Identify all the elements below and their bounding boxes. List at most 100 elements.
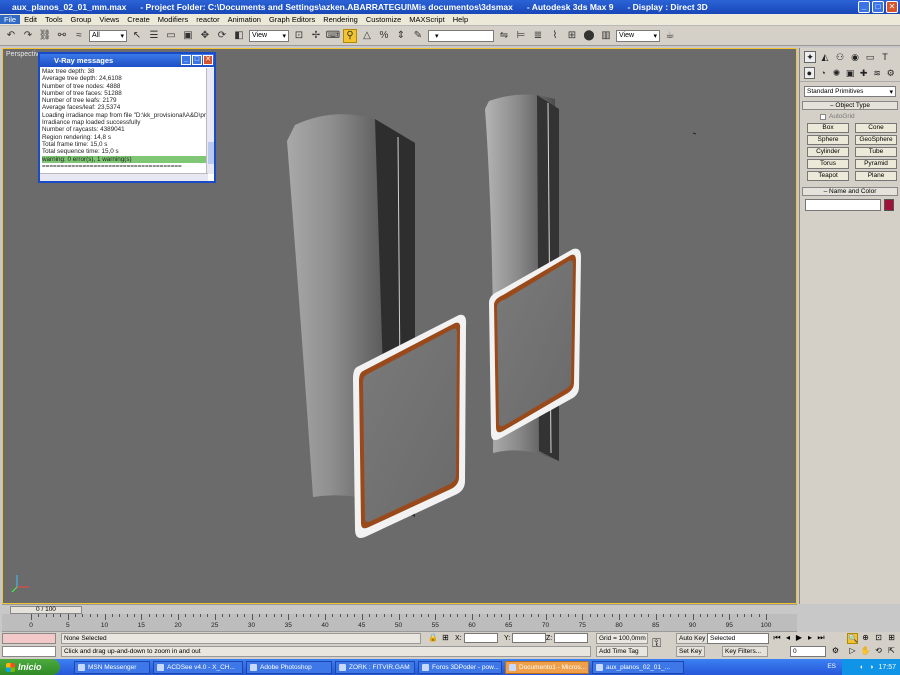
reference-coord-dropdown[interactable]: View	[249, 29, 289, 42]
menu-create[interactable]: Create	[123, 15, 154, 24]
tray-icon[interactable]: ◐	[860, 664, 864, 671]
display-tab-icon[interactable]: ▭	[864, 51, 876, 63]
select-by-name-icon[interactable]: ☰	[147, 29, 161, 43]
helpers-icon[interactable]: ✚	[858, 67, 869, 79]
zoom-extents-all-icon[interactable]: ⊞	[886, 633, 897, 644]
vray-close-button[interactable]: ✕	[203, 55, 213, 65]
unlink-icon[interactable]: ⚯	[55, 29, 69, 43]
layer-manager-icon[interactable]: ≣	[531, 29, 545, 43]
menu-rendering[interactable]: Rendering	[319, 15, 362, 24]
name-color-header[interactable]: Name and Color	[802, 187, 898, 196]
cameras-icon[interactable]: ▣	[845, 67, 856, 79]
object-type-header[interactable]: Object Type	[802, 101, 898, 110]
menu-maxscript[interactable]: MAXScript	[405, 15, 448, 24]
spacewarps-icon[interactable]: ≋	[872, 67, 883, 79]
hierarchy-tab-icon[interactable]: ⚇	[834, 51, 846, 63]
pan-icon[interactable]: ✋	[860, 646, 871, 657]
angle-snap-icon[interactable]: △	[360, 29, 374, 43]
select-move-icon[interactable]: ✥	[198, 29, 212, 43]
taskbar-item-foros[interactable]: Foros 3DPoder - pow...	[418, 660, 502, 674]
set-key-button[interactable]: Set Key	[676, 646, 705, 657]
taskbar-item-photoshop[interactable]: Adobe Photoshop	[246, 660, 332, 674]
minimize-button[interactable]: _	[858, 1, 870, 13]
menu-help[interactable]: Help	[449, 15, 472, 24]
language-indicator[interactable]: ES	[827, 663, 836, 670]
schematic-view-icon[interactable]: ⊞	[565, 29, 579, 43]
maximize-viewport-icon[interactable]: ⇱	[886, 646, 897, 657]
torus-button[interactable]: Torus	[807, 159, 849, 169]
go-to-start-icon[interactable]: ⏮	[772, 633, 782, 643]
taskbar-item-3dsmax[interactable]: aux_planos_02_01_...	[592, 660, 684, 674]
select-scale-icon[interactable]: ◧	[232, 29, 246, 43]
snap-toggle-icon[interactable]: ⚲	[343, 28, 357, 43]
menu-file[interactable]: File	[0, 15, 21, 24]
select-rotate-icon[interactable]: ⟳	[215, 29, 229, 43]
percent-snap-icon[interactable]: %	[377, 29, 391, 43]
bind-spacewarp-icon[interactable]: ≈	[72, 29, 86, 43]
absolute-offset-icon[interactable]: ⊞	[442, 633, 449, 642]
add-time-tag[interactable]: Add Time Tag	[596, 646, 648, 657]
key-filters-button[interactable]: Key Filters...	[722, 646, 768, 657]
selection-filter-dropdown[interactable]: All	[89, 29, 127, 42]
zoom-extents-icon[interactable]: ⊡	[873, 633, 884, 644]
time-slider[interactable]: 0 / 100	[2, 604, 797, 614]
named-selection-sets-dropdown[interactable]	[428, 29, 494, 42]
zoom-icon[interactable]: 🔍	[847, 633, 858, 644]
vray-title-bar[interactable]: V-Ray messages _ □ ✕	[40, 54, 214, 67]
align-icon[interactable]: ⊨	[514, 29, 528, 43]
quick-render-icon[interactable]: ☕	[663, 29, 677, 43]
previous-frame-icon[interactable]: ◂	[783, 633, 793, 643]
rect-selection-icon[interactable]: ▭	[164, 29, 178, 43]
primitive-category-dropdown[interactable]: Standard Primitives	[804, 86, 896, 97]
menu-reactor[interactable]: reactor	[192, 15, 223, 24]
y-coordinate-input[interactable]	[512, 633, 547, 643]
zoom-all-icon[interactable]: ⊕	[860, 633, 871, 644]
z-coordinate-input[interactable]	[554, 633, 589, 643]
menu-animation[interactable]: Animation	[224, 15, 265, 24]
lights-icon[interactable]: ✺	[831, 67, 842, 79]
maxscript-listener-mini[interactable]	[2, 633, 56, 644]
current-frame-input[interactable]: 0	[790, 646, 826, 657]
orbit-icon[interactable]: ⟲	[873, 646, 884, 657]
menu-graph-editors[interactable]: Graph Editors	[265, 15, 319, 24]
edit-named-selection-icon[interactable]: ✎	[411, 29, 425, 43]
undo-icon[interactable]: ↶	[4, 29, 18, 43]
field-of-view-icon[interactable]: ▷	[847, 646, 858, 657]
render-scene-icon[interactable]: ▥	[599, 29, 613, 43]
maximize-button[interactable]: □	[872, 1, 884, 13]
autogrid-checkbox[interactable]: AutoGrid	[802, 113, 898, 120]
vray-vertical-scrollbar[interactable]	[206, 68, 214, 174]
time-config-icon[interactable]: ⚙	[830, 646, 841, 657]
taskbar-item-zork[interactable]: ZORK : FITVIR.GAM	[335, 660, 415, 674]
taskbar-item-word[interactable]: Documento1 - Micros...	[505, 660, 589, 674]
window-crossing-icon[interactable]: ▣	[181, 29, 195, 43]
vray-minimize-button[interactable]: _	[181, 55, 191, 65]
material-editor-icon[interactable]: ⬤	[582, 29, 596, 43]
set-key-icon[interactable]: ⚿	[652, 636, 661, 651]
redo-icon[interactable]: ↷	[21, 29, 35, 43]
menu-views[interactable]: Views	[95, 15, 123, 24]
cone-button[interactable]: Cone	[855, 123, 897, 133]
motion-tab-icon[interactable]: ◉	[849, 51, 861, 63]
vray-messages-window[interactable]: V-Ray messages _ □ ✕ Max tree depth: 38 …	[38, 52, 216, 183]
object-name-input[interactable]	[805, 199, 881, 211]
next-frame-icon[interactable]: ▸	[805, 633, 815, 643]
menu-group[interactable]: Group	[67, 15, 96, 24]
tray-icon[interactable]: ◑	[869, 664, 873, 671]
taskbar-item-acdsee[interactable]: ACDSee v4.0 - X_CH...	[153, 660, 243, 674]
geometry-icon[interactable]: ●	[804, 67, 815, 79]
render-type-dropdown[interactable]: View	[616, 29, 660, 42]
vray-maximize-button[interactable]: □	[192, 55, 202, 65]
curve-editor-icon[interactable]: ⌇	[548, 29, 562, 43]
systems-icon[interactable]: ⚙	[885, 67, 896, 79]
play-icon[interactable]: ▶	[794, 633, 804, 643]
go-to-end-icon[interactable]: ⏭	[816, 633, 826, 643]
shapes-icon[interactable]: ◔	[818, 67, 829, 79]
close-button[interactable]: ✕	[886, 1, 898, 13]
track-bar[interactable]: 0 5 10 15 20 25 30 35 40 45 50 55 60 65 70 75 80 85 90 95 10…	[2, 614, 797, 632]
tube-button[interactable]: Tube	[855, 147, 897, 157]
keyboard-shortcut-icon[interactable]: ⌨	[326, 29, 340, 43]
spinner-snap-icon[interactable]: ⇕	[394, 29, 408, 43]
auto-key-button[interactable]: Auto Key	[676, 633, 709, 644]
box-button[interactable]: Box	[807, 123, 849, 133]
